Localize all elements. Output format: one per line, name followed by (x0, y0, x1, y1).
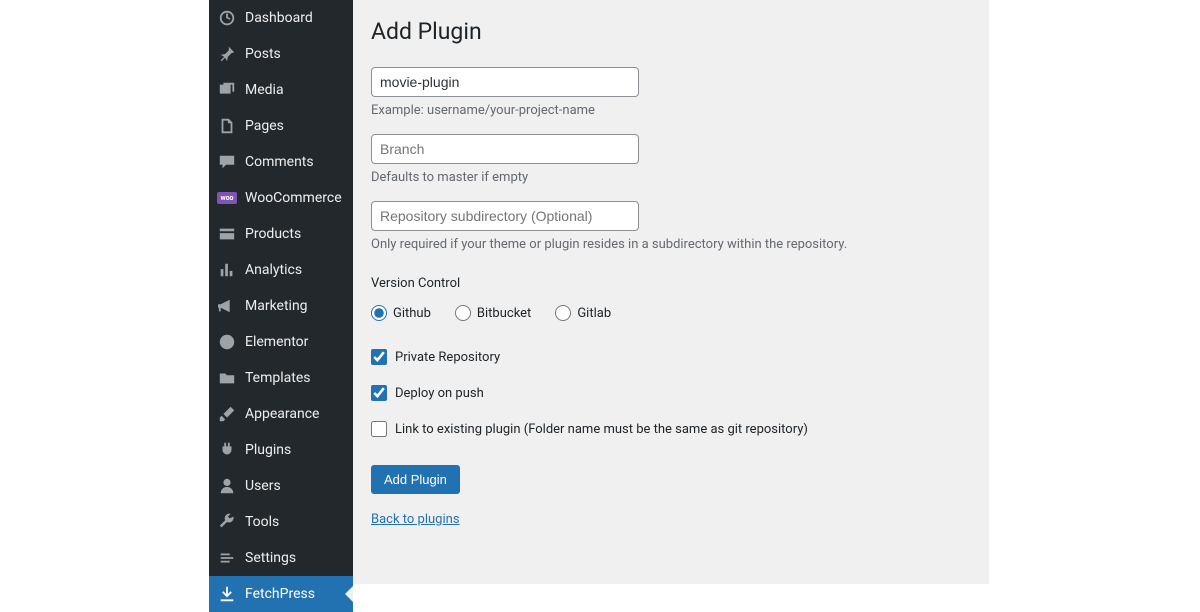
sidebar-item-posts[interactable]: Posts (209, 36, 353, 72)
megaphone-icon (217, 296, 237, 316)
checkbox-private[interactable] (371, 349, 387, 365)
right-padding (989, 0, 1200, 584)
brush-icon (217, 404, 237, 424)
comments-icon (217, 152, 237, 172)
sidebar-item-products[interactable]: Products (209, 216, 353, 252)
wrench-icon (217, 512, 237, 532)
sidebar-item-analytics[interactable]: Analytics (209, 252, 353, 288)
branch-help: Defaults to master if empty (371, 170, 971, 185)
sidebar-item-comments[interactable]: Comments (209, 144, 353, 180)
subdir-input[interactable] (371, 201, 639, 231)
sidebar-item-tools[interactable]: Tools (209, 504, 353, 540)
repo-input[interactable] (371, 67, 639, 97)
sidebar-item-woocommerce[interactable]: woo WooCommerce (209, 180, 353, 216)
label: Comments (245, 154, 314, 170)
sidebar-item-templates[interactable]: Templates (209, 360, 353, 396)
dashboard-icon (217, 8, 237, 28)
settings-icon (217, 548, 237, 568)
label: FetchPress (245, 586, 315, 602)
sidebar-item-pages[interactable]: Pages (209, 108, 353, 144)
left-padding (0, 0, 209, 584)
checkbox-deploy[interactable] (371, 385, 387, 401)
label: Templates (245, 370, 311, 386)
radio-bitbucket[interactable] (455, 305, 471, 321)
radio-github-label[interactable]: Github (393, 306, 431, 321)
pages-icon (217, 116, 237, 136)
repo-help: Example: username/your-project-name (371, 103, 971, 118)
label: Media (245, 82, 284, 98)
user-icon (217, 476, 237, 496)
plugin-icon (217, 440, 237, 460)
sidebar-item-fetchpress[interactable]: FetchPress (209, 576, 353, 612)
branch-input[interactable] (371, 134, 639, 164)
media-icon (217, 80, 237, 100)
woocommerce-icon: woo (217, 188, 237, 208)
download-icon (217, 584, 237, 604)
sidebar-item-elementor[interactable]: Elementor (209, 324, 353, 360)
sidebar-item-settings[interactable]: Settings (209, 540, 353, 576)
checkbox-deploy-label[interactable]: Deploy on push (395, 386, 484, 401)
products-icon (217, 224, 237, 244)
label: Dashboard (245, 10, 313, 26)
sidebar-item-marketing[interactable]: Marketing (209, 288, 353, 324)
pin-icon (217, 44, 237, 64)
label: Users (245, 478, 281, 494)
label: Products (245, 226, 301, 242)
label: Plugins (245, 442, 291, 458)
label: WooCommerce (245, 190, 342, 206)
checkbox-private-label[interactable]: Private Repository (395, 350, 500, 365)
checkbox-link[interactable] (371, 421, 387, 437)
version-control-label: Version Control (371, 276, 971, 291)
label: Tools (245, 514, 279, 530)
sidebar-item-plugins[interactable]: Plugins (209, 432, 353, 468)
label: Settings (245, 550, 296, 566)
elementor-icon (217, 332, 237, 352)
label: Appearance (245, 406, 319, 422)
label: Elementor (245, 334, 308, 350)
sidebar-item-appearance[interactable]: Appearance (209, 396, 353, 432)
sidebar-item-users[interactable]: Users (209, 468, 353, 504)
label: Pages (245, 118, 284, 134)
radio-github[interactable] (371, 305, 387, 321)
label: Analytics (245, 262, 302, 278)
page-title: Add Plugin (371, 18, 971, 45)
radio-gitlab[interactable] (555, 305, 571, 321)
label: Posts (245, 46, 281, 62)
subdir-help: Only required if your theme or plugin re… (371, 237, 971, 252)
version-control-radios: Github Bitbucket Gitlab (371, 305, 971, 321)
analytics-icon (217, 260, 237, 280)
add-plugin-button[interactable]: Add Plugin (371, 465, 460, 494)
sidebar-item-media[interactable]: Media (209, 72, 353, 108)
back-to-plugins-link[interactable]: Back to plugins (371, 512, 460, 527)
radio-gitlab-label[interactable]: Gitlab (577, 306, 611, 321)
main-content: Add Plugin Example: username/your-projec… (353, 0, 989, 584)
admin-sidebar: Dashboard Posts Media Pages Comments woo… (209, 0, 353, 584)
sidebar-item-dashboard[interactable]: Dashboard (209, 0, 353, 36)
label: Marketing (245, 298, 308, 314)
radio-bitbucket-label[interactable]: Bitbucket (477, 306, 531, 321)
folder-icon (217, 368, 237, 388)
checkbox-link-label[interactable]: Link to existing plugin (Folder name mus… (395, 422, 808, 437)
